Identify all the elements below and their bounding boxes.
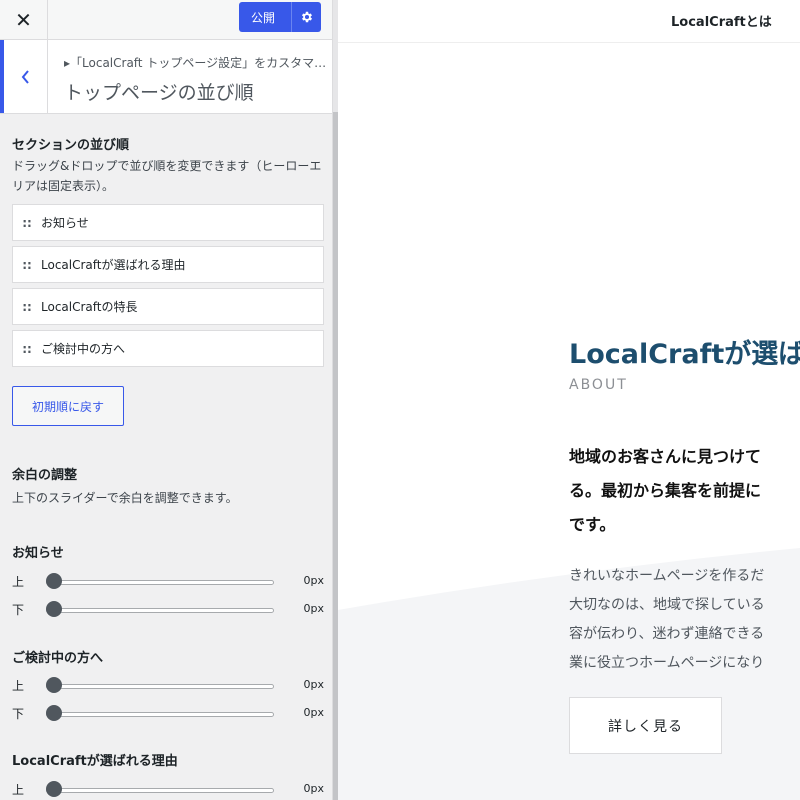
slider-track[interactable]	[46, 580, 274, 585]
sortable-item[interactable]: :: LocalCraftが選ばれる理由	[12, 246, 324, 283]
slider-label: 上	[12, 575, 25, 589]
about-body: きれいなホームページを作るだ 大切なのは、地域で探している 容が伝わり、迷わず連…	[569, 562, 765, 678]
spacing-group-title: LocalCraftが選ばれる理由	[12, 754, 178, 769]
slider-thumb[interactable]	[46, 677, 62, 693]
slider-thumb[interactable]	[46, 601, 62, 617]
sortable-item[interactable]: :: LocalCraftの特長	[12, 288, 324, 325]
about-subtitle: ABOUT	[569, 377, 628, 393]
slider-label: 下	[12, 603, 25, 617]
lead-line: る。最初から集客を前提に	[569, 481, 762, 500]
customizer-sidebar: ✕ 公開 ▸「LocalCraft トップページ設定」をカスタマイズ中 トップペ…	[0, 0, 333, 800]
drag-handle-icon[interactable]: ::	[13, 342, 41, 356]
spacing-slider-row: 上 0px	[12, 572, 324, 590]
spacing-description: 上下のスライダーで余白を調整できます。	[12, 491, 238, 505]
body-line: きれいなホームページを作るだ	[569, 568, 765, 584]
sortable-item-label: ご検討中の方へ	[41, 342, 126, 356]
back-button[interactable]	[0, 40, 48, 113]
body-line: 容が伝わり、迷わず連絡できる	[569, 626, 765, 642]
chevron-left-icon	[21, 69, 29, 84]
background-shape	[338, 548, 800, 800]
slider-value: 0px	[303, 706, 325, 719]
slider-track[interactable]	[46, 684, 274, 689]
customizer-topbar: ✕ 公開	[0, 0, 332, 40]
slider-track[interactable]	[46, 608, 274, 613]
slider-value: 0px	[303, 602, 325, 615]
slider-label: 下	[12, 707, 25, 721]
section-title: トップページの並び順	[64, 82, 254, 104]
spacing-group-title: ご検討中の方へ	[12, 651, 104, 666]
sortable-item[interactable]: :: お知らせ	[12, 204, 324, 241]
slider-label: 上	[12, 679, 25, 693]
drag-handle-icon[interactable]: ::	[13, 216, 41, 230]
sortable-item[interactable]: :: ご検討中の方へ	[12, 330, 324, 367]
slider-track[interactable]	[46, 712, 274, 717]
sortable-item-label: LocalCraftの特長	[41, 300, 138, 314]
slider-value: 0px	[303, 782, 325, 795]
slider-thumb[interactable]	[46, 705, 62, 721]
site-header: LocalCraftとは	[338, 0, 800, 43]
drag-handle-icon[interactable]: ::	[13, 300, 41, 314]
slider-value: 0px	[303, 574, 325, 587]
publish-button[interactable]: 公開	[239, 9, 291, 26]
site-preview: LocalCraftとは LocalCraftが選ば ABOUT 地域のお客さん…	[338, 0, 800, 800]
lead-line: です。	[569, 515, 616, 534]
slider-label: 上	[12, 783, 25, 797]
close-button[interactable]: ✕	[0, 0, 48, 40]
drag-handle-icon[interactable]: ::	[13, 258, 41, 272]
slider-track[interactable]	[46, 788, 274, 793]
spacing-heading: 余白の調整	[12, 468, 78, 483]
spacing-slider-row: 上 0px	[12, 780, 324, 798]
section-header: ▸「LocalCraft トップページ設定」をカスタマイズ中 トップページの並び…	[0, 40, 332, 114]
breadcrumb: ▸「LocalCraft トップページ設定」をカスタマイズ中	[64, 56, 330, 70]
order-description: ドラッグ&ドロップで並び順を変更できます（ヒーローエリアは固定表示）。	[12, 159, 322, 193]
order-heading: セクションの並び順	[12, 138, 130, 153]
publish-group: 公開	[239, 2, 321, 32]
spacing-slider-row: 下 0px	[12, 600, 324, 618]
slider-value: 0px	[303, 678, 325, 691]
lead-line: 地域のお客さんに見つけて	[569, 447, 762, 466]
read-more-button[interactable]: 詳しく見る	[569, 697, 722, 754]
publish-settings-button[interactable]	[292, 2, 321, 32]
spacing-group-title: お知らせ	[12, 546, 64, 561]
spacing-slider-row: 上 0px	[12, 676, 324, 694]
about-lead: 地域のお客さんに見つけて る。最初から集客を前提に です。	[569, 440, 761, 542]
spacing-slider-row: 下 0px	[12, 704, 324, 722]
close-icon: ✕	[15, 8, 32, 32]
sortable-item-label: お知らせ	[41, 216, 89, 230]
body-line: 業に役立つホームページになり	[569, 655, 765, 671]
body-line: 大切なのは、地域で探している	[569, 597, 765, 613]
nav-link-about[interactable]: LocalCraftとは	[671, 11, 772, 30]
slider-thumb[interactable]	[46, 573, 62, 589]
sortable-item-label: LocalCraftが選ばれる理由	[41, 258, 186, 272]
gear-icon	[301, 11, 312, 23]
about-title: LocalCraftが選ば	[569, 339, 800, 370]
slider-thumb[interactable]	[46, 781, 62, 797]
reset-order-button[interactable]: 初期順に戻す	[12, 386, 124, 426]
